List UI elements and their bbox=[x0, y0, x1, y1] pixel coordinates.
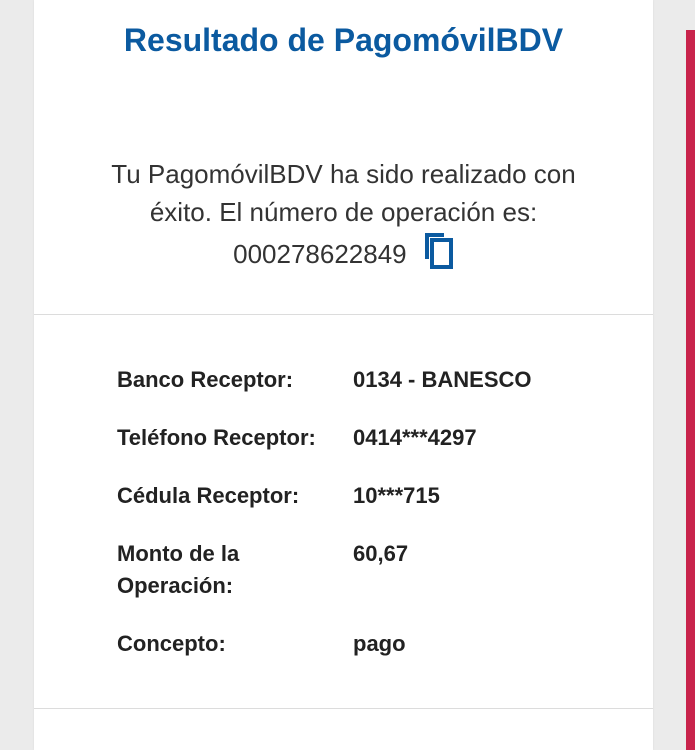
detail-row-concepto: Concepto: pago bbox=[117, 628, 617, 660]
detail-label: Monto de la Operación: bbox=[117, 541, 240, 598]
detail-value: 0414***4297 bbox=[353, 425, 477, 450]
page-title: Resultado de PagomóvilBDV bbox=[123, 22, 564, 58]
detail-value: pago bbox=[353, 631, 406, 656]
success-message-line-1: Tu PagomóvilBDV ha sido realizado con bbox=[111, 159, 576, 189]
copy-icon[interactable] bbox=[420, 231, 454, 279]
operation-number-line: 000278622849 bbox=[74, 231, 613, 279]
detail-label: Concepto: bbox=[117, 631, 226, 656]
detail-value: 10***715 bbox=[353, 483, 440, 508]
success-message: Tu PagomóvilBDV ha sido realizado con éx… bbox=[74, 155, 613, 279]
detail-value: 0134 - BANESCO bbox=[353, 367, 532, 392]
detail-row-banco: Banco Receptor: 0134 - BANESCO bbox=[117, 364, 617, 396]
detail-row-telefono: Teléfono Receptor: 0414***4297 bbox=[117, 422, 617, 454]
success-message-line-2: éxito. El número de operación es: bbox=[149, 197, 538, 227]
operation-number: 000278622849 bbox=[233, 239, 407, 269]
detail-row-cedula: Cédula Receptor: 10***715 bbox=[117, 480, 617, 512]
detail-label: Banco Receptor: bbox=[117, 367, 294, 392]
detail-row-monto: Monto de la Operación: 60,67 bbox=[117, 538, 617, 602]
detail-value: 60,67 bbox=[353, 541, 409, 566]
result-card: Resultado de PagomóvilBDV Tu PagomóvilBD… bbox=[34, 0, 653, 750]
detail-label: Teléfono Receptor: bbox=[117, 425, 316, 450]
divider-top bbox=[34, 314, 653, 315]
details-list: Banco Receptor: 0134 - BANESCO Teléfono … bbox=[117, 364, 617, 686]
side-accent-bar bbox=[686, 30, 695, 750]
divider-bottom bbox=[34, 708, 653, 709]
detail-label: Cédula Receptor: bbox=[117, 483, 300, 508]
